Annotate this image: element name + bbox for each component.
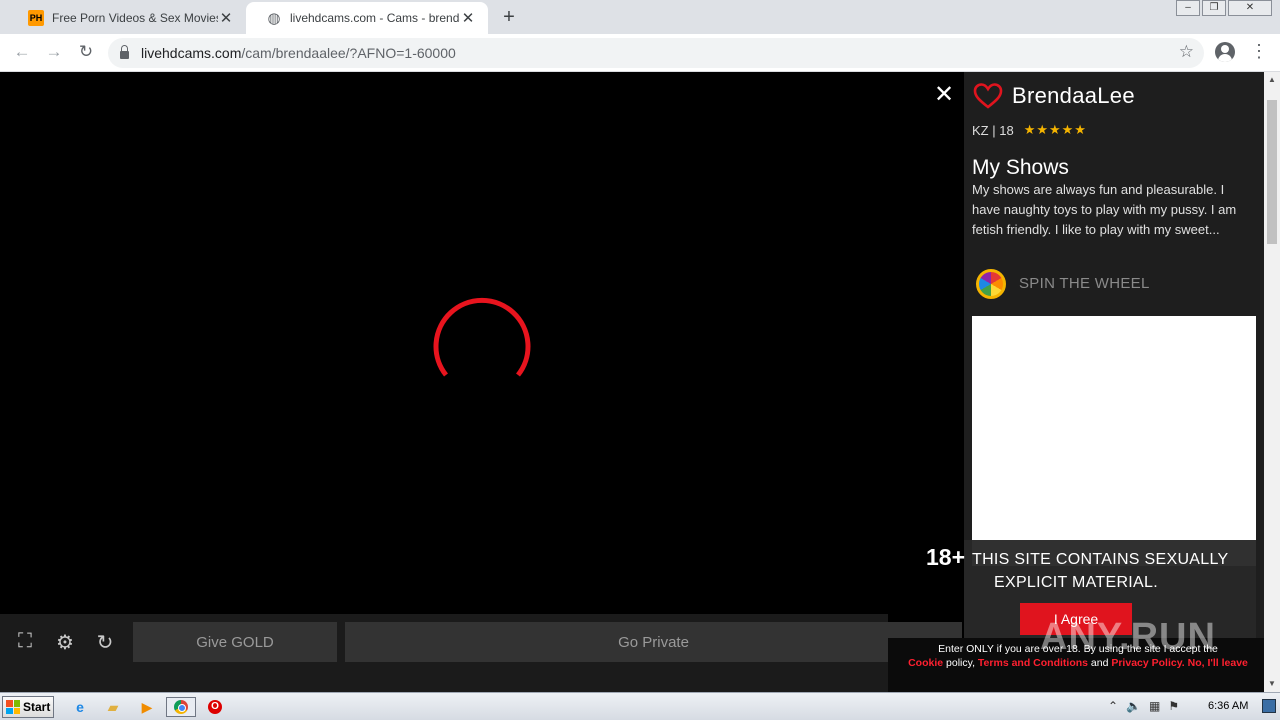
policy-word: policy, — [943, 657, 978, 669]
reload-icon[interactable]: ↻ — [75, 42, 97, 62]
page-viewport: ✕ ⛶ ⚙ ↻ Give GOLD Go Private BrendaaLee … — [0, 72, 1280, 692]
fullscreen-icon[interactable]: ⛶ — [13, 630, 37, 653]
model-name: BrendaaLee — [1012, 83, 1135, 108]
url-host: livehdcams.com — [141, 45, 242, 61]
cookie-policy-link[interactable]: Cookie — [908, 657, 943, 669]
tab-close-icon[interactable]: ✕ — [460, 9, 476, 27]
windows-logo-icon — [6, 700, 20, 714]
tab-livehdcams[interactable]: ◍ livehdcams.com - Cams - brendaalee ✕ — [246, 2, 488, 34]
shows-description: My shows are always fun and pleasurable.… — [972, 182, 1237, 237]
taskbar-clock[interactable]: 6:36 AM — [1208, 700, 1248, 712]
scroll-down-icon[interactable]: ▼ — [1264, 676, 1280, 692]
shows-heading: My Shows — [972, 156, 1069, 179]
warning-line-2: EXPLICIT MATERIAL. — [994, 574, 1158, 591]
media-player-icon[interactable]: ▶ — [137, 697, 157, 717]
rating-stars-icon: ★★★★★ — [1023, 122, 1087, 137]
start-button[interactable]: Start — [2, 696, 54, 718]
tray-expand-icon[interactable]: ⌃ — [1108, 699, 1118, 713]
internet-explorer-icon[interactable]: e — [70, 697, 90, 717]
model-meta: KZ | 18 ★★★★★ — [972, 122, 1087, 138]
new-tab-button[interactable]: + — [498, 6, 520, 29]
lock-icon — [120, 45, 129, 59]
globe-icon: ◍ — [267, 10, 281, 27]
window-controls: – ❐ ✕ — [1174, 0, 1272, 16]
spin-the-wheel-link[interactable]: SPIN THE WHEEL — [1019, 275, 1150, 292]
warning-line-1: THIS SITE CONTAINS SEXUALLY — [972, 551, 1229, 568]
url-path: /cam/brendaalee/?AFNO=1-60000 — [241, 45, 456, 61]
minimize-icon[interactable]: – — [1176, 0, 1200, 16]
tab-title: livehdcams.com - Cams - brendaalee — [290, 11, 460, 25]
window-close-icon[interactable]: ✕ — [1228, 0, 1272, 16]
ad-panel — [972, 316, 1256, 566]
forward-arrow-icon[interactable]: → — [43, 42, 65, 62]
tab-close-icon[interactable]: ✕ — [218, 9, 234, 27]
browser-tab-bar: PH Free Porn Videos & Sex Movies - Porn … — [0, 0, 1280, 34]
anyrun-watermark: ANY.RUN — [1040, 616, 1216, 658]
start-label: Start — [23, 700, 51, 714]
opera-icon[interactable]: O — [205, 697, 225, 717]
tab-pornhub[interactable]: PH Free Porn Videos & Sex Movies - Porn … — [8, 2, 246, 34]
file-explorer-icon[interactable]: ▰ — [103, 697, 123, 717]
flag-icon[interactable]: ⚑ — [1168, 699, 1179, 713]
browser-menu-icon[interactable]: ⋮ — [1250, 41, 1268, 62]
video-player[interactable]: ✕ — [0, 72, 964, 692]
model-country-age: KZ | 18 — [972, 122, 1014, 138]
heart-icon[interactable] — [973, 82, 1003, 110]
browser-toolbar: ← → ↻ livehdcams.com /cam/brendaalee/?AF… — [0, 34, 1280, 72]
pornhub-favicon-icon: PH — [28, 10, 44, 26]
age-18-badge: 18+ — [926, 544, 966, 570]
give-gold-button[interactable]: Give GOLD — [133, 622, 337, 662]
windows-taskbar: Start e ▰ ▶ O ⌃ 🔈 ▦ ⚑ 6:36 AM — [0, 692, 1280, 720]
age-warning-text: THIS SITE CONTAINS SEXUALLY EXPLICIT MAT… — [972, 548, 1242, 594]
loading-spinner-icon — [433, 297, 531, 377]
profile-avatar-icon[interactable] — [1215, 42, 1235, 62]
scrollbar-thumb[interactable] — [1267, 100, 1277, 244]
chrome-taskbar-icon[interactable] — [166, 697, 196, 717]
go-private-button[interactable]: Go Private — [345, 622, 962, 662]
network-icon[interactable]: ▦ — [1149, 699, 1160, 713]
bookmark-star-icon[interactable]: ☆ — [1179, 42, 1194, 62]
tab-title: Free Porn Videos & Sex Movies - Porn — [52, 11, 218, 25]
player-controls: ⛶ ⚙ ↻ Give GOLD Go Private — [0, 614, 962, 692]
back-arrow-icon[interactable]: ← — [11, 42, 33, 62]
refresh-icon[interactable]: ↻ — [93, 630, 117, 655]
restore-icon[interactable]: ❐ — [1202, 0, 1226, 16]
system-tray: ⌃ 🔈 ▦ ⚑ — [1108, 699, 1179, 713]
settings-gear-icon[interactable]: ⚙ — [53, 630, 77, 655]
address-bar[interactable]: livehdcams.com /cam/brendaalee/?AFNO=1-6… — [108, 38, 1204, 68]
close-icon[interactable]: ✕ — [932, 80, 956, 109]
scroll-up-icon[interactable]: ▲ — [1264, 72, 1280, 88]
show-desktop-icon[interactable] — [1262, 699, 1276, 713]
volume-icon[interactable]: 🔈 — [1126, 699, 1141, 713]
prize-wheel-icon[interactable] — [976, 269, 1006, 299]
page-scrollbar[interactable]: ▲ ▼ — [1264, 72, 1280, 692]
